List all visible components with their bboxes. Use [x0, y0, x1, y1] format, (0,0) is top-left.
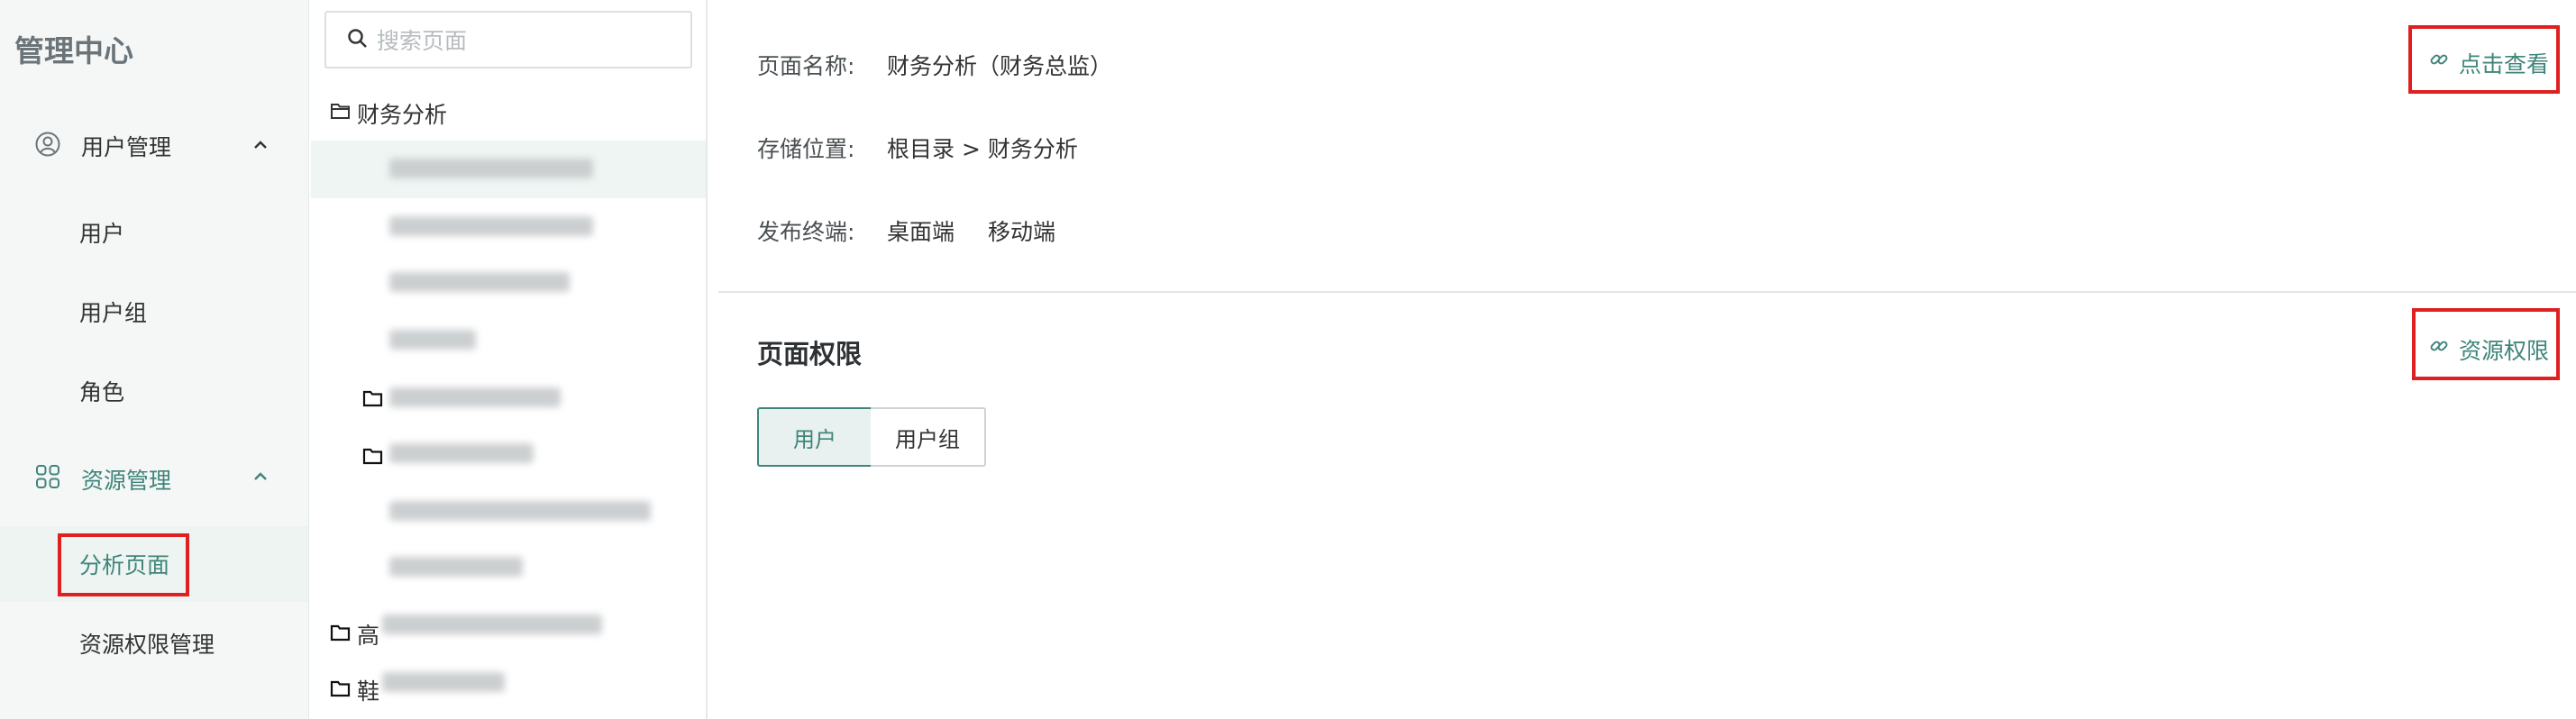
tree-folder-finance[interactable]: 财务分析 [357, 97, 447, 130]
folder-icon [362, 387, 384, 409]
sidebar-item-roles[interactable]: 角色 [79, 375, 124, 407]
tab-users[interactable]: 用户 [757, 407, 872, 467]
user-management-label: 用户管理 [81, 134, 172, 160]
tree-folder-redacted[interactable] [382, 672, 505, 692]
storage-location-value: 根目录 > 财务分析 [887, 136, 1078, 162]
tree-folder-redacted[interactable] [389, 387, 561, 407]
tree-item-redacted[interactable] [389, 330, 476, 350]
folder-open-icon [330, 100, 352, 122]
tree-item-redacted[interactable] [389, 557, 523, 577]
publish-terminal-label: 发布终端: [757, 219, 855, 245]
grid-icon [34, 463, 61, 490]
resource-management-label: 资源管理 [81, 468, 172, 494]
view-page-link[interactable]: 点击查看 [2459, 47, 2549, 79]
tree-folder-redacted[interactable] [389, 443, 534, 463]
tree-item-redacted[interactable] [389, 159, 593, 178]
permissions-title: 页面权限 [757, 339, 863, 369]
search-placeholder: 搜索页面 [377, 28, 468, 54]
folder-icon [330, 678, 352, 699]
sidebar-item-analysis-page[interactable]: 分析页面 [79, 548, 169, 580]
folder-icon [330, 622, 352, 643]
user-circle-icon [34, 131, 61, 158]
search-icon [346, 27, 370, 50]
chevron-up-icon[interactable] [251, 135, 270, 155]
storage-location-label: 存储位置: [757, 136, 855, 162]
app-title: 管理中心 [14, 33, 133, 68]
sidebar [0, 0, 309, 719]
sidebar-item-users[interactable]: 用户 [79, 216, 124, 249]
chevron-up-icon[interactable] [251, 467, 270, 487]
section-divider [718, 291, 2576, 293]
link-icon [2428, 49, 2450, 70]
resource-permissions-link[interactable]: 资源权限 [2459, 333, 2549, 366]
folder-icon [362, 445, 384, 467]
link-icon [2428, 335, 2450, 357]
tree-folder-redacted[interactable] [382, 614, 602, 634]
sidebar-item-resource-permissions[interactable]: 资源权限管理 [79, 627, 215, 660]
page-name-value: 财务分析（财务总监） [887, 53, 1113, 79]
publish-terminal-desktop: 桌面端 [887, 219, 955, 245]
tree-folder-gao[interactable]: 高 [357, 618, 379, 651]
tree-item-redacted[interactable] [389, 501, 651, 521]
tree-item-redacted[interactable] [389, 216, 593, 236]
tree-folder-xie[interactable]: 鞋 [357, 674, 379, 706]
tree-item-redacted[interactable] [389, 272, 570, 292]
publish-terminal-mobile: 移动端 [988, 219, 1056, 245]
sidebar-item-user-groups[interactable]: 用户组 [79, 296, 147, 328]
page-name-label: 页面名称: [757, 53, 855, 79]
tab-user-groups[interactable]: 用户组 [871, 407, 986, 467]
